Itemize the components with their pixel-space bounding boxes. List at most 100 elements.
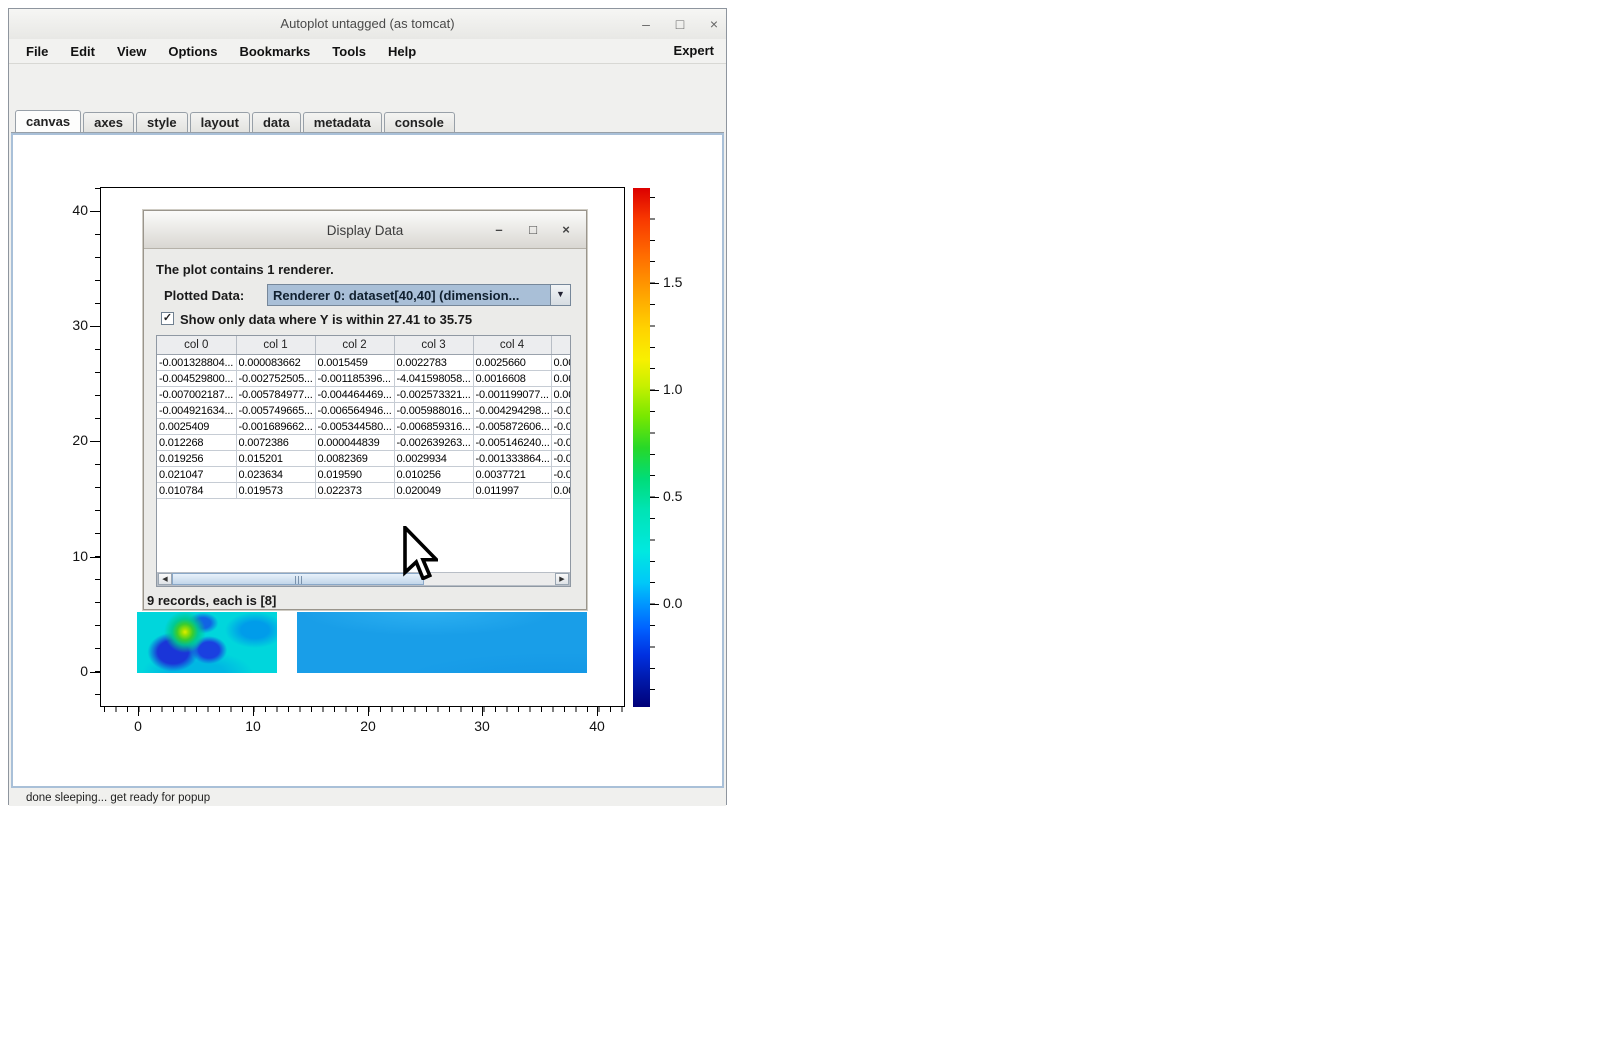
table-cell[interactable]: -0.001333864... [473, 451, 551, 467]
table-cell[interactable]: -0.0 [551, 419, 570, 435]
x-axis-tick-label: 20 [353, 718, 383, 734]
table-cell[interactable]: -0.002639263... [394, 435, 473, 451]
table-cell[interactable]: 0.0072386 [236, 435, 315, 451]
table-cell[interactable]: 0.019256 [157, 451, 236, 467]
table-cell[interactable]: 0.0082369 [315, 451, 394, 467]
table-row[interactable]: -0.004529800...-0.002752505...-0.0011853… [157, 371, 570, 387]
column-header[interactable]: col 1 [236, 336, 315, 355]
table-cell[interactable]: -0.004529800... [157, 371, 236, 387]
table-cell[interactable]: 0.0037721 [473, 467, 551, 483]
table-cell[interactable]: 0.020049 [394, 483, 473, 499]
table-cell[interactable]: -0.002573321... [394, 387, 473, 403]
dialog-close-icon[interactable]: × [554, 219, 578, 241]
table-cell[interactable]: 0.0016608 [473, 371, 551, 387]
table-row[interactable]: 0.0122680.00723860.000044839-0.002639263… [157, 435, 570, 451]
table-cell[interactable]: 0.00 [551, 371, 570, 387]
table-cell[interactable]: -0.0 [551, 403, 570, 419]
dialog-maximize-icon[interactable]: □ [521, 219, 545, 241]
table-row[interactable]: 0.0107840.0195730.0223730.0200490.011997… [157, 483, 570, 499]
table-row[interactable]: 0.0025409-0.001689662...-0.005344580...-… [157, 419, 570, 435]
table-cell[interactable]: 0.010256 [394, 467, 473, 483]
table-cell[interactable]: -0.0 [551, 435, 570, 451]
table-row[interactable]: -0.004921634...-0.005749665...-0.0065649… [157, 403, 570, 419]
table-cell[interactable]: -0.004464469... [315, 387, 394, 403]
table-cell[interactable]: 0.0025660 [473, 355, 551, 371]
table-cell[interactable]: -0.004921634... [157, 403, 236, 419]
table-cell[interactable]: 0.015201 [236, 451, 315, 467]
table-cell[interactable]: -0.001689662... [236, 419, 315, 435]
y-axis-tick-mark [90, 557, 100, 558]
table-cell[interactable]: 0.0025409 [157, 419, 236, 435]
colorbar-tick-mark [650, 390, 659, 391]
column-header[interactable]: col 0 [157, 336, 236, 355]
table-cell[interactable]: 0.023634 [236, 467, 315, 483]
dialog-title: Display Data [144, 223, 586, 238]
data-table-scrollpane[interactable]: col 0col 1col 2col 3col 4 -0.001328804..… [156, 335, 571, 587]
renderer-count-text: The plot contains 1 renderer. [156, 262, 334, 277]
colorbar-minor-ticks [650, 197, 655, 702]
table-cell[interactable]: 0.0015459 [315, 355, 394, 371]
table-cell[interactable]: 0.00 [551, 387, 570, 403]
table-row[interactable]: -0.007002187...-0.005784977...-0.0044644… [157, 387, 570, 403]
y-axis-tick-label: 20 [56, 432, 88, 448]
table-cell[interactable]: 0.010784 [157, 483, 236, 499]
heatmap-tile-left [137, 612, 277, 673]
combo-dropdown-icon: ▼ [550, 285, 570, 305]
column-header[interactable]: col 3 [394, 336, 473, 355]
table-cell[interactable]: 0.022373 [315, 483, 394, 499]
table-cell[interactable]: 0.019573 [236, 483, 315, 499]
table-cell[interactable]: -0.004294298... [473, 403, 551, 419]
colorbar-tick-label: 0.5 [663, 488, 697, 504]
dialog-minimize-icon[interactable]: – [487, 219, 511, 241]
table-cell[interactable]: -0.005146240... [473, 435, 551, 451]
table-cell[interactable]: 0.021047 [157, 467, 236, 483]
table-cell[interactable]: 0.00 [551, 483, 570, 499]
scrollbar-thumb[interactable] [172, 573, 424, 585]
table-cell[interactable]: 0.011997 [473, 483, 551, 499]
column-header[interactable]: col 2 [315, 336, 394, 355]
table-cell[interactable]: 0.012268 [157, 435, 236, 451]
table-cell[interactable]: -0.006564946... [315, 403, 394, 419]
table-cell[interactable]: 0.000083662 [236, 355, 315, 371]
plotted-data-label: Plotted Data: [164, 288, 244, 303]
table-cell[interactable]: -0.0 [551, 451, 570, 467]
table-cell[interactable]: -0.002752505... [236, 371, 315, 387]
heatmap-tile-right [297, 612, 587, 673]
scroll-right-icon[interactable]: ▶ [555, 573, 569, 585]
plotted-data-combo[interactable]: Renderer 0: dataset[40,40] (dimension...… [267, 284, 571, 306]
table-cell[interactable]: -0.001328804... [157, 355, 236, 371]
x-axis-minor-ticks [104, 707, 625, 712]
y-axis-tick-label: 40 [56, 202, 88, 218]
filter-checkbox[interactable]: ✓ [161, 312, 174, 325]
scroll-left-icon[interactable]: ◀ [158, 573, 172, 585]
table-cell[interactable]: -0.005988016... [394, 403, 473, 419]
table-row[interactable]: 0.0210470.0236340.0195900.0102560.003772… [157, 467, 570, 483]
table-cell[interactable]: -0.006859316... [394, 419, 473, 435]
colorbar-tick-mark [650, 604, 659, 605]
colorbar-tick-label: 1.5 [663, 274, 697, 290]
table-cell[interactable]: 0.019590 [315, 467, 394, 483]
table-row[interactable]: -0.001328804...0.0000836620.00154590.002… [157, 355, 570, 371]
table-cell[interactable]: 0.000044839 [315, 435, 394, 451]
table-cell[interactable]: 0.00 [551, 355, 570, 371]
table-cell[interactable]: -0.001199077... [473, 387, 551, 403]
table-cell[interactable]: 0.0022783 [394, 355, 473, 371]
table-header-row: col 0col 1col 2col 3col 4 [157, 336, 570, 355]
y-axis-tick-mark [90, 211, 100, 212]
table-cell[interactable]: -0.005749665... [236, 403, 315, 419]
dialog-titlebar[interactable]: Display Data – □ × [144, 211, 586, 249]
table-cell[interactable]: -0.0 [551, 467, 570, 483]
table-cell[interactable]: -0.005784977... [236, 387, 315, 403]
horizontal-scrollbar[interactable]: ◀ ▶ [157, 572, 570, 586]
column-header[interactable] [551, 336, 570, 355]
table-cell[interactable]: -0.005344580... [315, 419, 394, 435]
table-cell[interactable]: -4.041598058... [394, 371, 473, 387]
table-cell[interactable]: -0.005872606... [473, 419, 551, 435]
y-axis-tick-mark [90, 326, 100, 327]
colorbar[interactable] [633, 188, 650, 707]
column-header[interactable]: col 4 [473, 336, 551, 355]
table-cell[interactable]: -0.007002187... [157, 387, 236, 403]
table-cell[interactable]: 0.0029934 [394, 451, 473, 467]
table-row[interactable]: 0.0192560.0152010.00823690.0029934-0.001… [157, 451, 570, 467]
table-cell[interactable]: -0.001185396... [315, 371, 394, 387]
